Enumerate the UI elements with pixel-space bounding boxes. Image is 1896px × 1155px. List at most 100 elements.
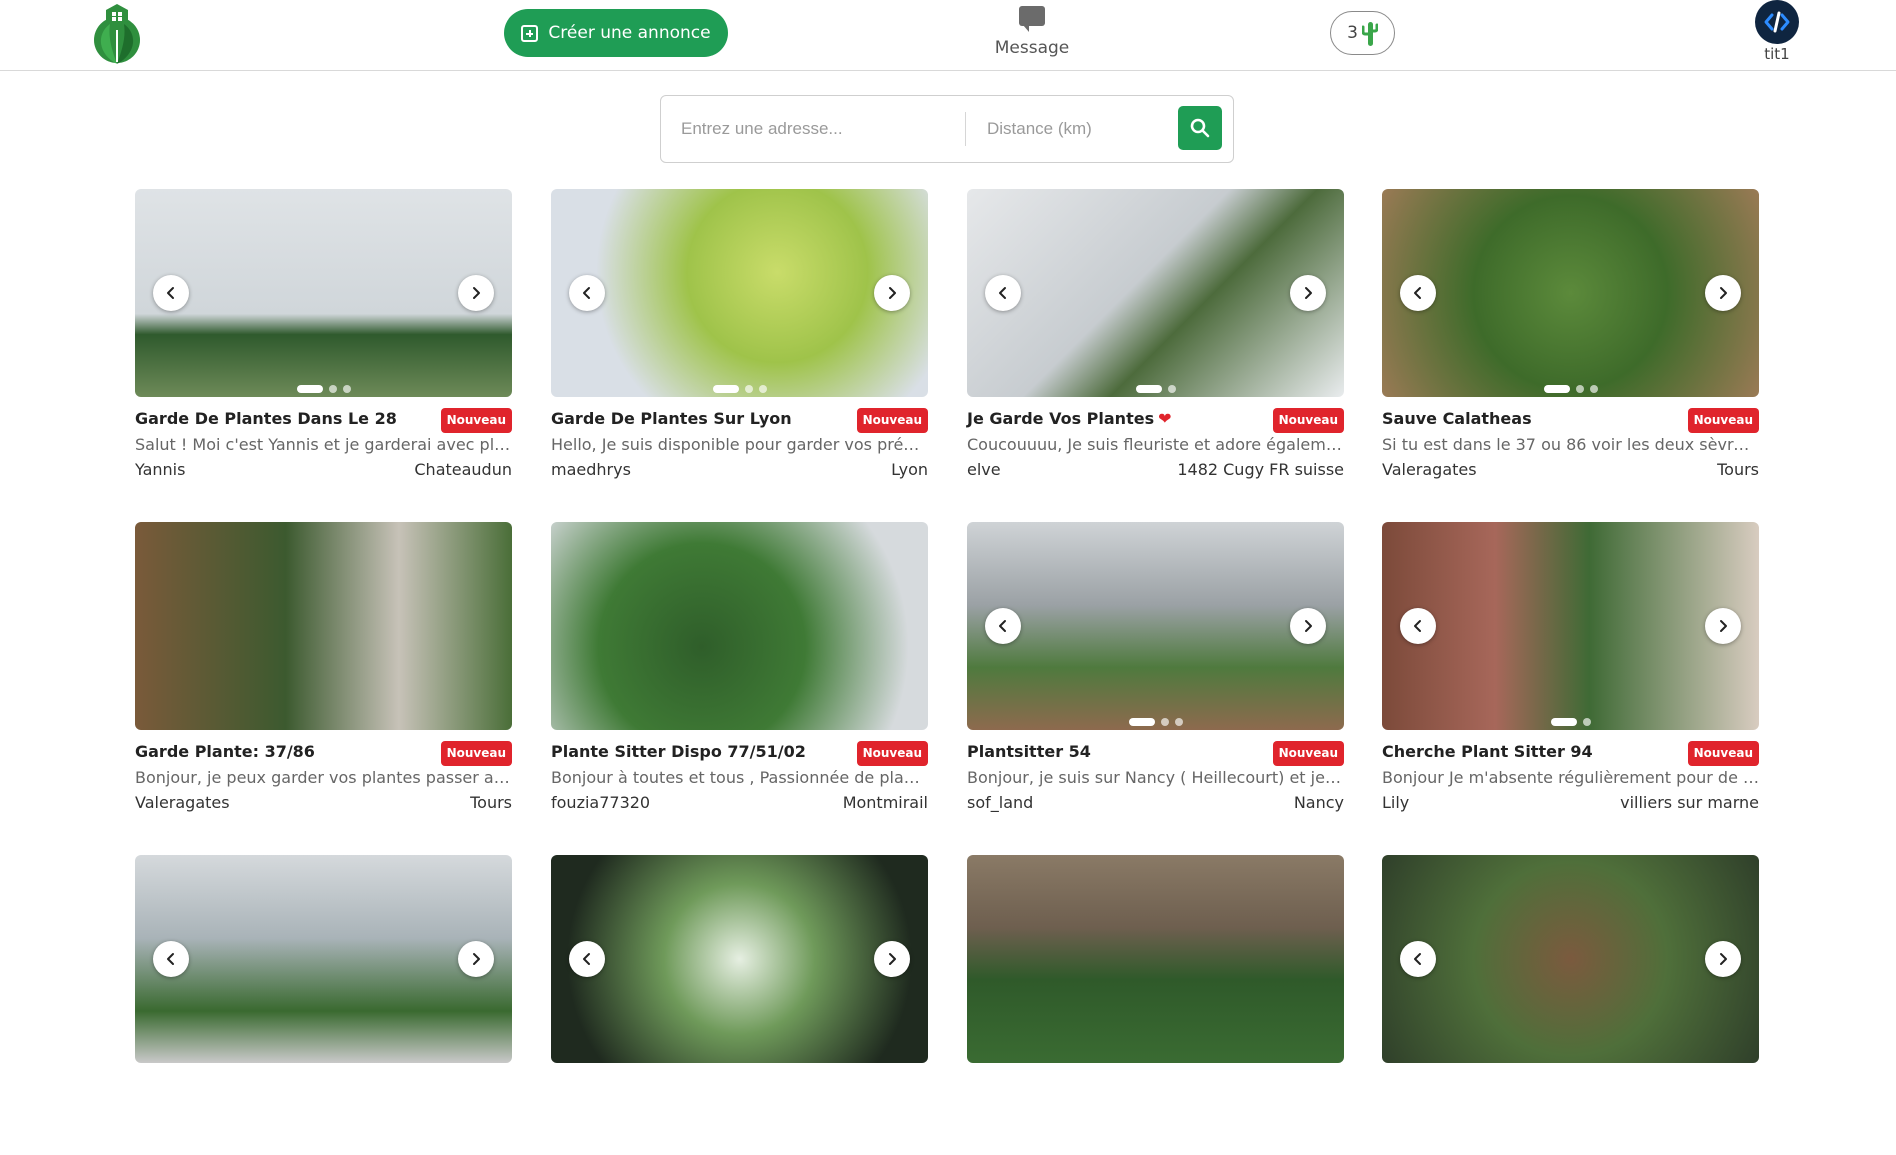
carousel-dot[interactable] (1589, 385, 1598, 393)
listing-author: maedhrys (551, 460, 631, 479)
listing-description: Salut ! Moi c'est Yannis et je garderai … (135, 435, 512, 454)
create-listing-button[interactable]: Créer une annonce (504, 9, 728, 57)
listing-description: Bonjour Je m'absente régulièrement pour … (1382, 768, 1759, 787)
carousel-dot[interactable] (1575, 385, 1584, 393)
carousel-next-button[interactable] (1705, 608, 1741, 644)
carousel-dot[interactable] (1135, 385, 1162, 393)
carousel-prev-button[interactable] (1400, 275, 1436, 311)
points-badge[interactable]: 3 (1330, 11, 1395, 55)
listing-photo[interactable] (1382, 189, 1759, 397)
listing-title[interactable]: Garde Plante: 37/86 (135, 742, 315, 761)
carousel-dot[interactable] (1160, 718, 1169, 726)
listing-card[interactable]: Je Garde Vos Plantes ❤ Nouveau Coucouuuu, J… (967, 189, 1344, 489)
carousel-dot[interactable] (758, 385, 767, 393)
carousel-next-button[interactable] (1290, 275, 1326, 311)
carousel-dot[interactable] (328, 385, 337, 393)
listing-title[interactable]: Sauve Calatheas (1382, 409, 1532, 428)
carousel-indicators (967, 385, 1344, 393)
home-logo-icon[interactable] (90, 4, 144, 64)
listing-author: Valeragates (135, 793, 230, 812)
carousel-prev-button[interactable] (569, 275, 605, 311)
listing-card[interactable] (967, 855, 1344, 1155)
listing-photo[interactable] (551, 189, 928, 397)
carousel-prev-button[interactable] (985, 275, 1021, 311)
new-badge: Nouveau (440, 741, 512, 766)
listing-city: Tours (470, 793, 512, 812)
carousel-next-button[interactable] (874, 941, 910, 977)
chevron-left-icon (167, 287, 174, 299)
listing-card[interactable]: Garde De Plantes Sur Lyon Nouveau Hello, J… (551, 189, 928, 489)
chevron-left-icon (1414, 620, 1421, 632)
listing-title[interactable]: Je Garde Vos Plantes ❤ (967, 409, 1172, 428)
carousel-prev-button[interactable] (153, 275, 189, 311)
new-badge: Nouveau (856, 741, 928, 766)
carousel-next-button[interactable] (458, 941, 494, 977)
carousel-next-button[interactable] (1705, 941, 1741, 977)
carousel-indicators (1382, 385, 1759, 393)
carousel-dot[interactable] (1174, 718, 1183, 726)
carousel-dot[interactable] (296, 385, 323, 393)
chevron-right-icon (889, 287, 896, 299)
listing-title[interactable]: Garde De Plantes Sur Lyon (551, 409, 792, 428)
listing-photo[interactable] (551, 522, 928, 730)
listing-card[interactable]: Garde De Plantes Dans Le 28 Nouveau Salut … (135, 189, 512, 489)
carousel-next-button[interactable] (874, 275, 910, 311)
carousel-prev-button[interactable] (985, 608, 1021, 644)
carousel-dot[interactable] (712, 385, 739, 393)
chevron-left-icon (999, 620, 1006, 632)
carousel-dot[interactable] (1550, 718, 1577, 726)
carousel-dot[interactable] (1582, 718, 1591, 726)
chevron-left-icon (167, 953, 174, 965)
listing-author: Lily (1382, 793, 1410, 812)
listing-photo[interactable] (1382, 522, 1759, 730)
listing-card[interactable]: Plantsitter 54 Nouveau Bonjour, je suis su… (967, 522, 1344, 822)
listing-city: Montmirail (842, 793, 928, 812)
listing-photo[interactable] (1382, 855, 1759, 1063)
points-count: 3 (1347, 23, 1358, 43)
chevron-left-icon (1414, 953, 1421, 965)
search-icon (1190, 118, 1210, 138)
listing-photo[interactable] (135, 522, 512, 730)
carousel-dot[interactable] (1167, 385, 1176, 393)
carousel-indicators (1382, 718, 1759, 726)
carousel-next-button[interactable] (1705, 275, 1741, 311)
listing-photo[interactable] (551, 855, 928, 1063)
listing-card[interactable] (135, 855, 512, 1155)
carousel-next-button[interactable] (458, 275, 494, 311)
listing-card[interactable]: Garde Plante: 37/86 Nouveau Bonjour, je pe… (135, 522, 512, 822)
distance-input[interactable] (987, 114, 1147, 144)
carousel-dot[interactable] (1128, 718, 1155, 726)
listing-photo[interactable] (967, 522, 1344, 730)
listing-photo[interactable] (135, 189, 512, 397)
listing-title[interactable]: Garde De Plantes Dans Le 28 (135, 409, 397, 428)
listing-photo[interactable] (135, 855, 512, 1063)
listing-photo[interactable] (967, 855, 1344, 1063)
carousel-dot[interactable] (342, 385, 351, 393)
listing-photo[interactable] (967, 189, 1344, 397)
user-menu[interactable]: tit1 (1752, 0, 1802, 68)
search-button[interactable] (1178, 106, 1222, 150)
listing-title[interactable]: Plantsitter 54 (967, 742, 1091, 761)
messages-link[interactable]: Message (984, 4, 1080, 64)
carousel-prev-button[interactable] (153, 941, 189, 977)
listing-title[interactable]: Cherche Plant Sitter 94 (1382, 742, 1593, 761)
carousel-prev-button[interactable] (1400, 608, 1436, 644)
listing-card[interactable]: Sauve Calatheas Nouveau Si tu est dans le … (1382, 189, 1759, 489)
listing-card[interactable]: Cherche Plant Sitter 94 Nouveau Bonjour Je… (1382, 522, 1759, 822)
listing-card[interactable] (1382, 855, 1759, 1155)
username-label: tit1 (1764, 45, 1790, 63)
listing-description: Bonjour, je peux garder vos plantes pass… (135, 768, 512, 787)
carousel-dot[interactable] (1543, 385, 1570, 393)
carousel-prev-button[interactable] (569, 941, 605, 977)
listing-city: villiers sur marne (1620, 793, 1759, 812)
listing-card[interactable] (551, 855, 928, 1155)
carousel-next-button[interactable] (1290, 608, 1326, 644)
new-badge: Nouveau (1687, 408, 1759, 433)
carousel-prev-button[interactable] (1400, 941, 1436, 977)
address-input[interactable] (681, 114, 961, 144)
listing-title[interactable]: Plante Sitter Dispo 77/51/02 (551, 742, 806, 761)
listing-card[interactable]: Plante Sitter Dispo 77/51/02 Nouveau Bonjo… (551, 522, 928, 822)
carousel-dot[interactable] (744, 385, 753, 393)
chevron-right-icon (1720, 953, 1727, 965)
listing-author: Yannis (135, 460, 186, 479)
